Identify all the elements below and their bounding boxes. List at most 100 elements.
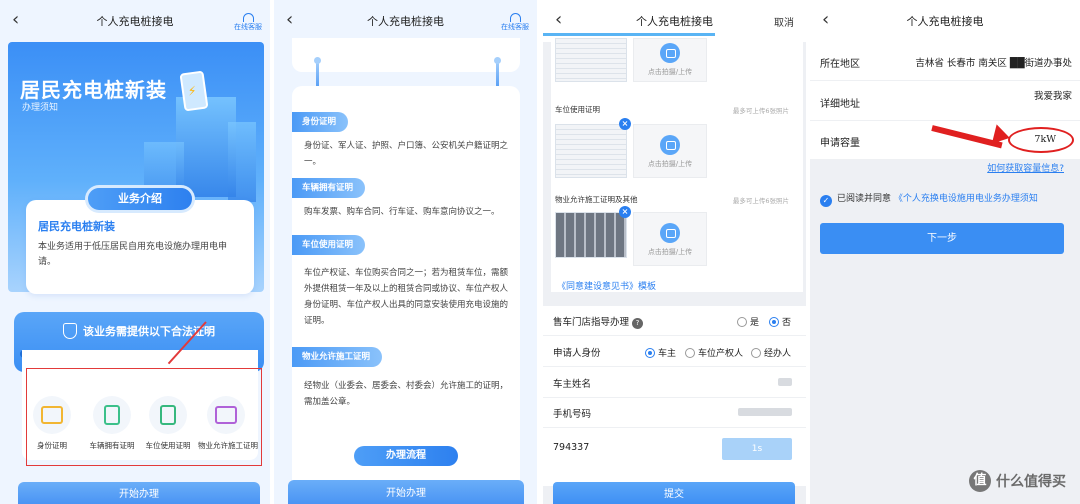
start-button[interactable]: 开始办理 (288, 480, 524, 504)
template-link[interactable]: 《同意建设意见书》模板 (557, 279, 656, 292)
capacity-label: 申请容量 (820, 138, 860, 149)
annotation-circle (1008, 127, 1074, 153)
region-value: 吉林省 长春市 南关区 ██街道办事处 (915, 58, 1072, 69)
section-tag-identity: 身份证明 (292, 112, 349, 132)
next-button[interactable]: 下一步 (820, 223, 1064, 254)
close-icon[interactable]: × (619, 118, 631, 130)
page-title: 个人充电桩接电 (367, 15, 444, 28)
radio-owner[interactable]: 车主 (645, 346, 676, 359)
dealer-label: 售车门店指导办理 (553, 317, 630, 328)
parking-hint: 最多可上传6张照片 (732, 107, 789, 115)
radio-label: 车主 (658, 349, 677, 359)
section-text-identity: 身份证、军人证、护照、户口簿、公安机关户籍证明之一。 (304, 141, 509, 167)
camera-icon (660, 43, 680, 63)
screenshot-collage: ‹ 个人充电桩接电 在线客服 ⚡ 居民充电桩新装 办理须知 居民充电桩新装 本业… (0, 0, 1080, 504)
submit-button[interactable]: 提交 (553, 482, 795, 504)
camera-icon (660, 223, 680, 243)
code-row: 794337 1s (543, 430, 806, 468)
applicant-row: 申请人身份 车主 车位产权人 经办人 (543, 337, 806, 367)
radio-icon (685, 348, 695, 358)
property-hint: 最多可上传6张照片 (732, 197, 789, 205)
online-service-button[interactable]: 在线客服 (234, 13, 262, 32)
upload-label: 点击拍摄/上传 (647, 248, 693, 256)
close-icon[interactable]: × (619, 206, 631, 218)
business-intro-tag: 业务介绍 (88, 188, 192, 210)
radio-yes[interactable]: 是 (737, 315, 759, 328)
nav-bar: ‹ 个人充电桩接电 (810, 0, 1080, 42)
dealer-row: 售车门店指导办理? 是 否 (543, 306, 806, 336)
watermark: 值什么值得买 (969, 470, 1066, 492)
online-service-button[interactable]: 在线客服 (501, 13, 529, 32)
phone-row[interactable]: 手机号码 (543, 398, 806, 428)
section-tag-parking: 车位使用证明 (292, 235, 366, 255)
sms-countdown-button[interactable]: 1s (722, 438, 792, 460)
process-tag: 办理流程 (354, 446, 458, 466)
upload-button[interactable]: 点击拍摄/上传 (633, 124, 707, 178)
radio-label: 是 (750, 318, 760, 328)
uploaded-photo[interactable] (555, 212, 627, 258)
cancel-button[interactable]: 取消 (774, 14, 794, 29)
address-value: 我爱我家 (1033, 91, 1072, 102)
lightning-icon: ⚡ (186, 83, 197, 99)
address-label: 详细地址 (820, 99, 860, 110)
address-row[interactable]: 详细地址 我爱我家 (810, 82, 1080, 121)
uploaded-photo[interactable] (555, 38, 627, 82)
nav-bar: ‹ 个人充电桩接电 在线客服 (0, 0, 270, 42)
radio-label: 否 (782, 318, 792, 328)
owner-name-row[interactable]: 车主姓名 (543, 368, 806, 398)
section-tag-property: 物业允许施工证明 (292, 347, 383, 367)
agreement-checkbox[interactable]: ✓ 已阅读并同意 《个人充换电设施用电业务办理须知 (820, 191, 1038, 207)
redacted-value (778, 378, 792, 386)
card-description: 本业务适用于低压居民自用充电设施办理用电申请。 (38, 242, 228, 267)
upload-label: 点击拍摄/上传 (647, 160, 693, 168)
headset-icon (509, 13, 521, 22)
radio-icon (751, 348, 761, 358)
radio-space-owner[interactable]: 车位产权人 (685, 346, 743, 359)
progress-bar (543, 33, 715, 36)
section-tag-vehicle: 车辆拥有证明 (292, 178, 366, 198)
uploaded-photo[interactable] (555, 124, 627, 178)
screen-capacity-form: ‹ 个人充电桩接电 所在地区 吉林省 长春市 南关区 ██街道办事处 详细地址 … (810, 0, 1080, 504)
applicant-label: 申请人身份 (553, 348, 601, 359)
capacity-help-link[interactable]: 如何获取容量信息? (987, 161, 1064, 174)
nav-bar: ‹ 个人充电桩接电 在线客服 (274, 0, 537, 42)
region-label: 所在地区 (820, 59, 860, 70)
hero-title: 居民充电桩新装 (20, 78, 167, 102)
back-icon[interactable]: ‹ (822, 11, 829, 29)
page-title: 个人充电桩接电 (96, 15, 174, 28)
screen-upload-form: ‹ 个人充电桩接电 取消 点击拍摄/上传 车位使用证明 最多可上传6张照片 × … (543, 0, 806, 504)
back-icon[interactable]: ‹ (12, 11, 19, 29)
help-icon[interactable]: ? (632, 318, 644, 329)
start-button[interactable]: 开始办理 (18, 482, 260, 504)
upload-button[interactable]: 点击拍摄/上传 (633, 38, 707, 82)
upload-button[interactable]: 点击拍摄/上传 (633, 212, 707, 266)
radio-agent[interactable]: 经办人 (751, 346, 791, 359)
page-title: 个人充电桩接电 (906, 15, 984, 28)
radio-no[interactable]: 否 (769, 315, 791, 328)
phone-label: 手机号码 (553, 409, 592, 420)
radio-label: 经办人 (764, 349, 792, 359)
watermark-text: 什么值得买 (996, 474, 1066, 490)
code-input[interactable]: 794337 (553, 442, 589, 453)
radio-icon (645, 348, 655, 358)
hero-subtitle: 办理须知 (22, 103, 59, 113)
region-row[interactable]: 所在地区 吉林省 长春市 南关区 ██街道办事处 (810, 42, 1080, 81)
card-title: 居民充电桩新装 (38, 220, 115, 233)
radio-label: 车位产权人 (698, 349, 744, 359)
online-service-label: 在线客服 (234, 23, 262, 31)
back-icon[interactable]: ‹ (286, 11, 293, 29)
watermark-logo-icon: 值 (969, 470, 991, 492)
headset-icon (242, 13, 254, 22)
online-service-label: 在线客服 (501, 23, 529, 31)
section-text-property: 经物业（业委会、居委会、村委会）允许施工的证明，需加盖公章。 (304, 381, 509, 407)
section-text-parking: 车位产权证、车位购买合同之一；若为租赁车位，需额外提供租赁一年及以上的租赁合同或… (304, 268, 509, 326)
screen-requirements: ‹ 个人充电桩接电 在线客服 身份证明 身份证、军人证、护照、户口簿、公安机关户… (274, 0, 537, 504)
agree-prefix: 已阅读并同意 (837, 194, 892, 204)
agreement-link[interactable]: 《个人充换电设施用电业务办理须知 (894, 194, 1038, 204)
property-proof-label: 物业允许施工证明及其他 (555, 195, 638, 204)
upload-label: 点击拍摄/上传 (647, 68, 693, 76)
screen-intro: ‹ 个人充电桩接电 在线客服 ⚡ 居民充电桩新装 办理须知 居民充电桩新装 本业… (0, 0, 270, 504)
redacted-value (738, 408, 792, 416)
building-illustration (228, 122, 256, 202)
back-icon[interactable]: ‹ (555, 11, 562, 29)
